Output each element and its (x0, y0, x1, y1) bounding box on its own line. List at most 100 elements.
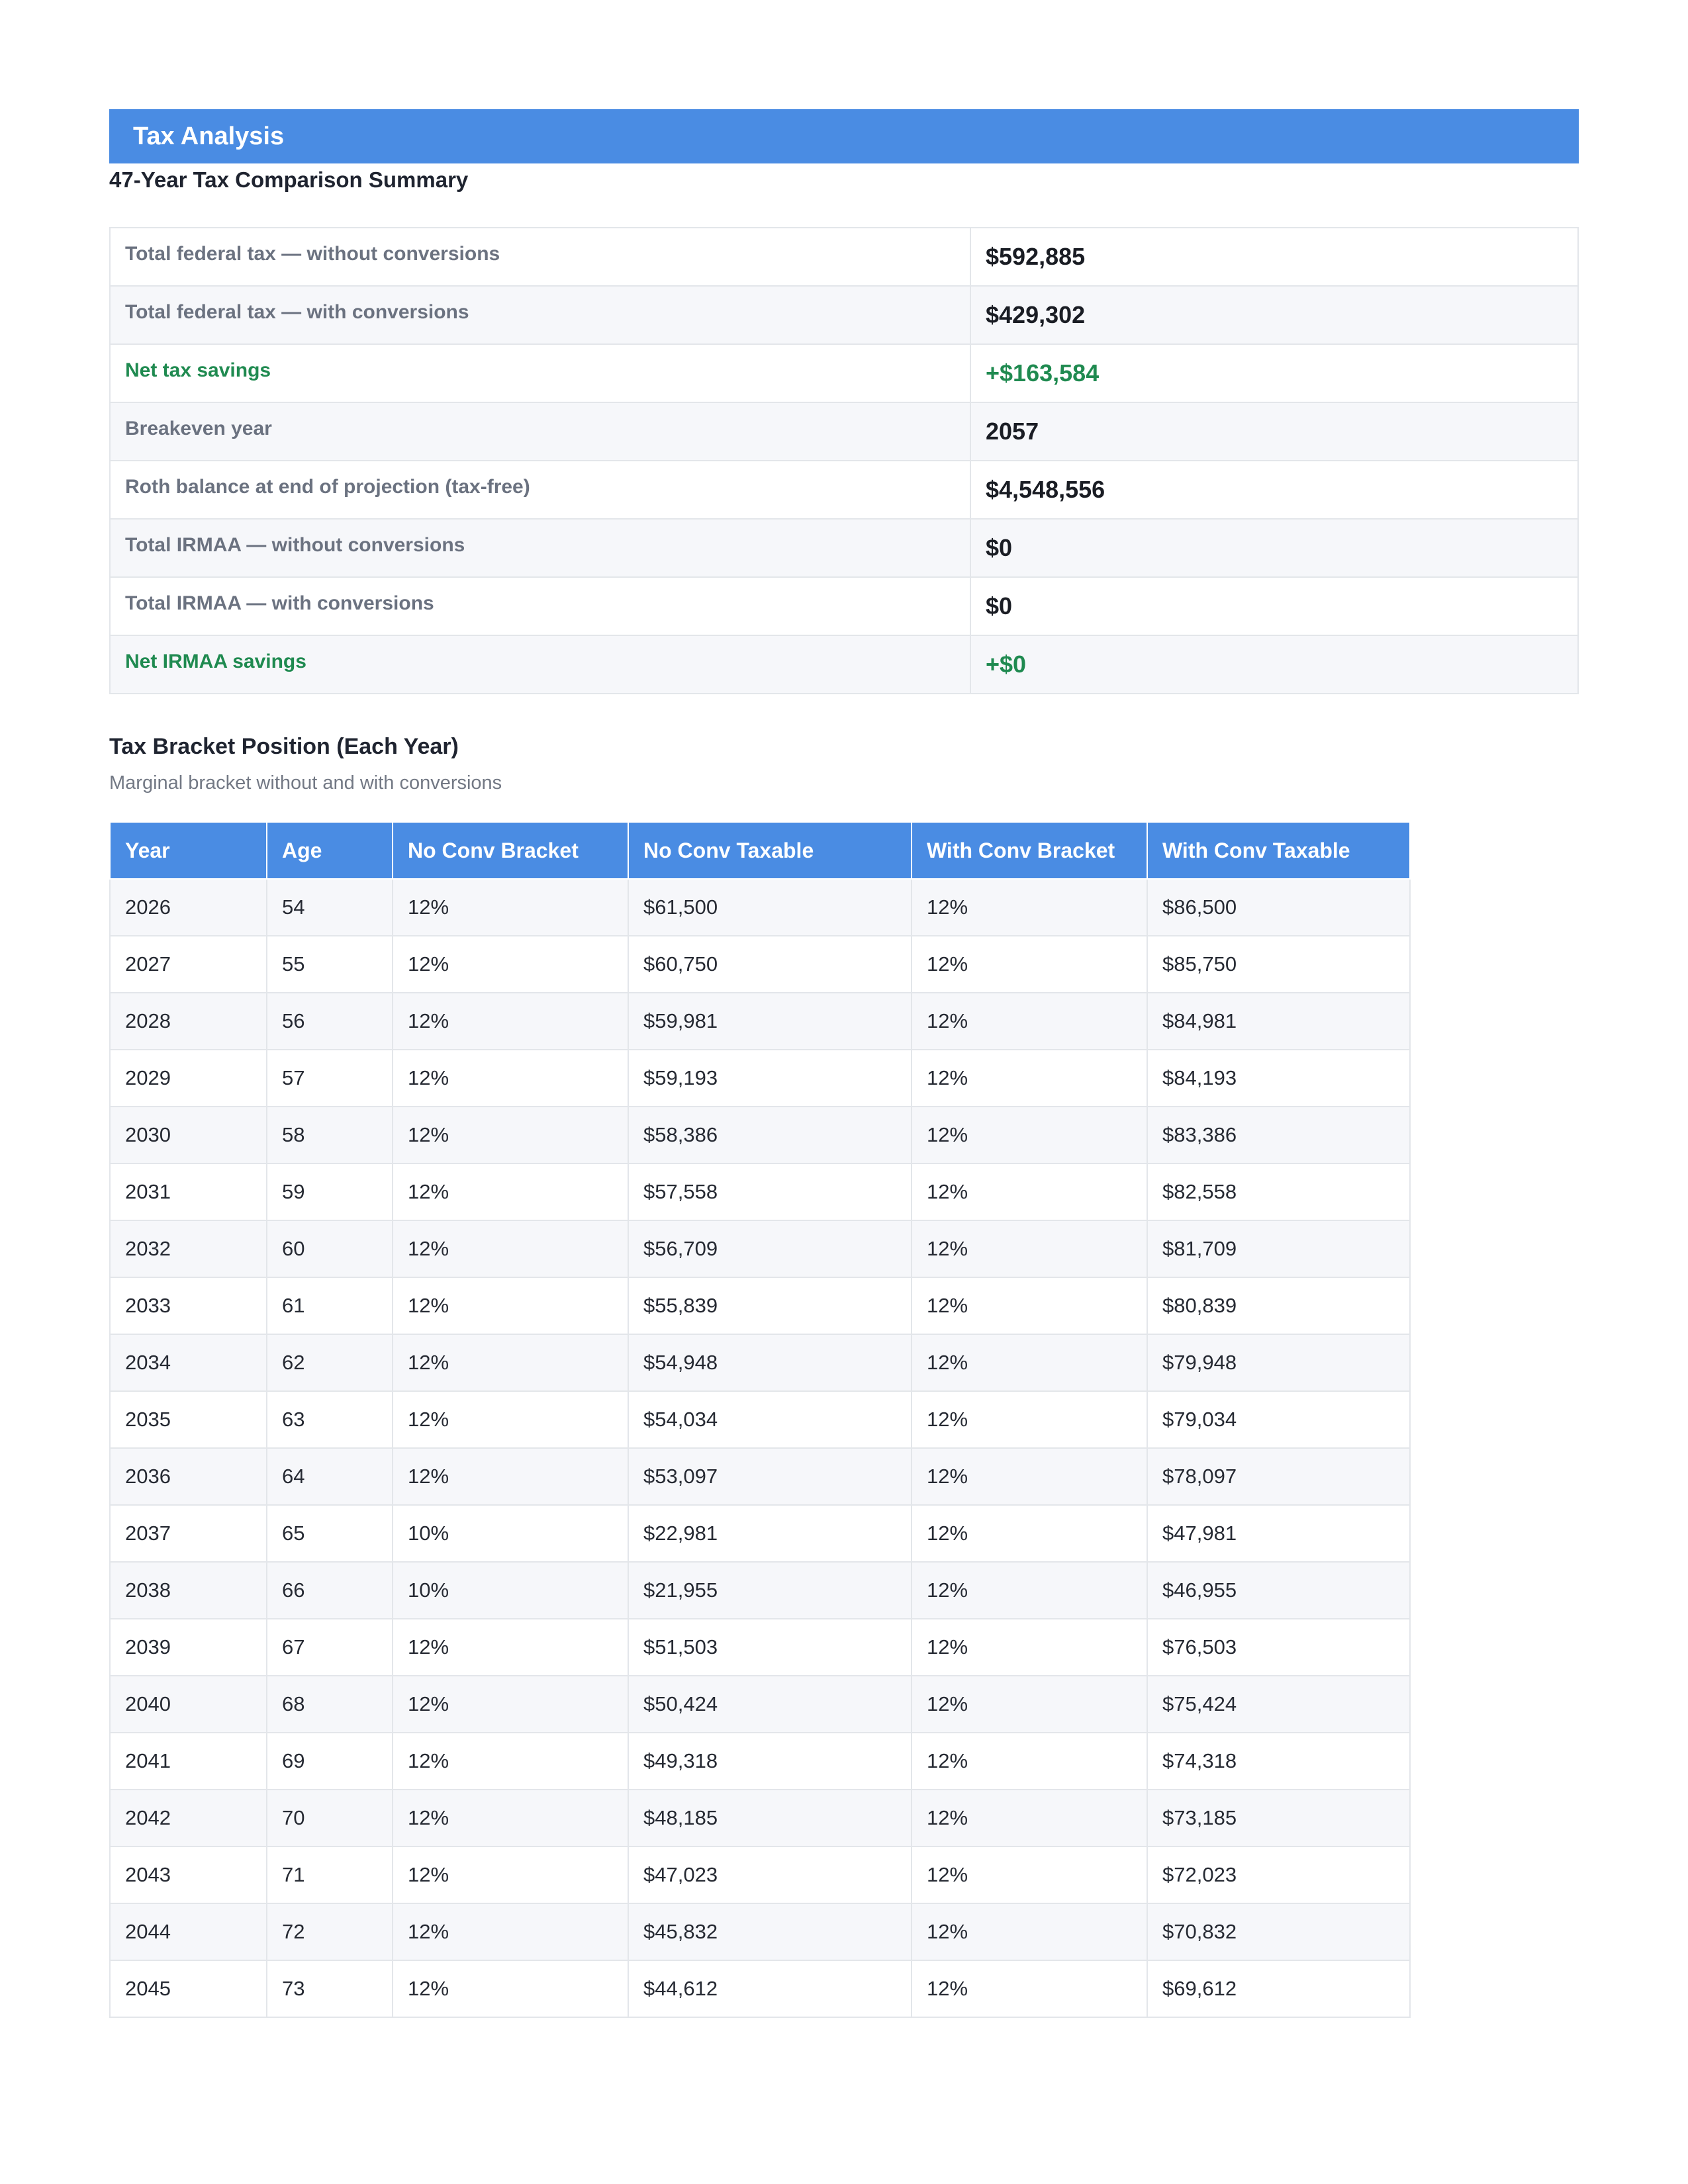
table-cell: $60,750 (628, 935, 912, 993)
summary-value: $0 (970, 518, 1579, 578)
table-cell: $50,424 (628, 1675, 912, 1733)
table-cell: 12% (911, 1903, 1148, 1961)
table-cell: 12% (911, 1504, 1148, 1563)
table-cell: $79,034 (1147, 1390, 1411, 1449)
table-cell: $46,955 (1147, 1561, 1411, 1619)
table-cell: $58,386 (628, 1106, 912, 1164)
table-cell: 2031 (109, 1163, 267, 1221)
table-cell: $74,318 (1147, 1732, 1411, 1790)
summary-value: $592,885 (970, 227, 1579, 287)
table-cell: 10% (392, 1561, 629, 1619)
table-cell: $51,503 (628, 1618, 912, 1676)
table-cell: 12% (392, 878, 629, 936)
summary-value: 2057 (970, 402, 1579, 461)
table-row: 2032 60 12% $56,709 12% $81,709 (109, 1220, 1411, 1278)
table-cell: 12% (392, 1277, 629, 1335)
table-cell: $86,500 (1147, 878, 1411, 936)
table-cell: 12% (392, 1732, 629, 1790)
table-cell: 12% (392, 1960, 629, 2018)
table-cell: $69,612 (1147, 1960, 1411, 2018)
summary-label: Total federal tax — without conversions (109, 227, 971, 287)
table-row: 2040 68 12% $50,424 12% $75,424 (109, 1675, 1411, 1733)
table-cell: 60 (266, 1220, 393, 1278)
table-row: 2035 63 12% $54,034 12% $79,034 (109, 1390, 1411, 1449)
table-cell: 65 (266, 1504, 393, 1563)
table-cell: 12% (392, 1163, 629, 1221)
summary-title: 47-Year Tax Comparison Summary (109, 167, 469, 192)
table-cell: 2027 (109, 935, 267, 993)
summary-value: +$0 (970, 635, 1579, 694)
table-cell: 12% (392, 1334, 629, 1392)
table-cell: 54 (266, 878, 393, 936)
table-cell: 72 (266, 1903, 393, 1961)
table-cell: 58 (266, 1106, 393, 1164)
table-cell: $79,948 (1147, 1334, 1411, 1392)
table-cell: 2035 (109, 1390, 267, 1449)
summary-row: Breakeven year 2057 (109, 402, 1579, 461)
table-cell: 2041 (109, 1732, 267, 1790)
table-cell: 12% (911, 1106, 1148, 1164)
table-cell: 12% (392, 1220, 629, 1278)
table-cell: 2030 (109, 1106, 267, 1164)
summary-label: Total IRMAA — without conversions (109, 518, 971, 578)
table-cell: $54,948 (628, 1334, 912, 1392)
summary-label: Total federal tax — with conversions (109, 285, 971, 345)
table-cell: $83,386 (1147, 1106, 1411, 1164)
table-row: 2026 54 12% $61,500 12% $86,500 (109, 878, 1411, 936)
summary-value: $429,302 (970, 285, 1579, 345)
table-cell: 12% (392, 1846, 629, 1904)
table-cell: 2029 (109, 1049, 267, 1107)
table-row: 2036 64 12% $53,097 12% $78,097 (109, 1447, 1411, 1506)
table-cell: $76,503 (1147, 1618, 1411, 1676)
table-cell: 62 (266, 1334, 393, 1392)
table-cell: 12% (392, 1106, 629, 1164)
table-cell: 73 (266, 1960, 393, 2018)
summary-row: Total IRMAA — without conversions $0 (109, 518, 1579, 578)
summary-row: Total federal tax — without conversions $… (109, 227, 1579, 287)
summary-row: Total IRMAA — with conversions $0 (109, 576, 1579, 636)
table-row: 2033 61 12% $55,839 12% $80,839 (109, 1277, 1411, 1335)
summary-table: Total federal tax — without conversions $… (109, 227, 1579, 694)
table-cell: 12% (392, 1049, 629, 1107)
table-cell: $61,500 (628, 878, 912, 936)
summary-value: $4,548,556 (970, 460, 1579, 520)
table-cell: $72,023 (1147, 1846, 1411, 1904)
table-cell: 12% (911, 1789, 1148, 1847)
table-cell: 12% (911, 1732, 1148, 1790)
table-cell: $84,981 (1147, 992, 1411, 1050)
summary-label: Breakeven year (109, 402, 971, 461)
table-cell: 12% (911, 1846, 1148, 1904)
table-cell: 12% (392, 1675, 629, 1733)
table-cell: 61 (266, 1277, 393, 1335)
table-cell: $75,424 (1147, 1675, 1411, 1733)
table-cell: 70 (266, 1789, 393, 1847)
table-cell: 12% (392, 1390, 629, 1449)
table-cell: 12% (911, 878, 1148, 936)
table-cell: $85,750 (1147, 935, 1411, 993)
table-cell: 57 (266, 1049, 393, 1107)
table-row: 2039 67 12% $51,503 12% $76,503 (109, 1618, 1411, 1676)
column-header: Age (266, 821, 393, 880)
table-cell: 12% (392, 1903, 629, 1961)
column-header: With Conv Taxable (1147, 821, 1411, 880)
table-cell: 12% (392, 992, 629, 1050)
summary-row: Roth balance at end of projection (tax-f… (109, 460, 1579, 520)
table-cell: 12% (911, 1334, 1148, 1392)
bracket-section-subtitle: Marginal bracket without and with conver… (109, 772, 502, 794)
table-cell: 56 (266, 992, 393, 1050)
table-cell: 12% (911, 1561, 1148, 1619)
table-row: 2041 69 12% $49,318 12% $74,318 (109, 1732, 1411, 1790)
table-cell: $59,981 (628, 992, 912, 1050)
table-cell: 10% (392, 1504, 629, 1563)
table-cell: $55,839 (628, 1277, 912, 1335)
table-row: 2029 57 12% $59,193 12% $84,193 (109, 1049, 1411, 1107)
section-banner: Tax Analysis (109, 109, 1579, 163)
table-cell: $56,709 (628, 1220, 912, 1278)
table-row: 2045 73 12% $44,612 12% $69,612 (109, 1960, 1411, 2018)
column-header: With Conv Bracket (911, 821, 1148, 880)
table-cell: 2043 (109, 1846, 267, 1904)
table-cell: 12% (911, 1049, 1148, 1107)
summary-value: +$163,584 (970, 343, 1579, 403)
table-cell: $47,981 (1147, 1504, 1411, 1563)
table-row: 2028 56 12% $59,981 12% $84,981 (109, 992, 1411, 1050)
